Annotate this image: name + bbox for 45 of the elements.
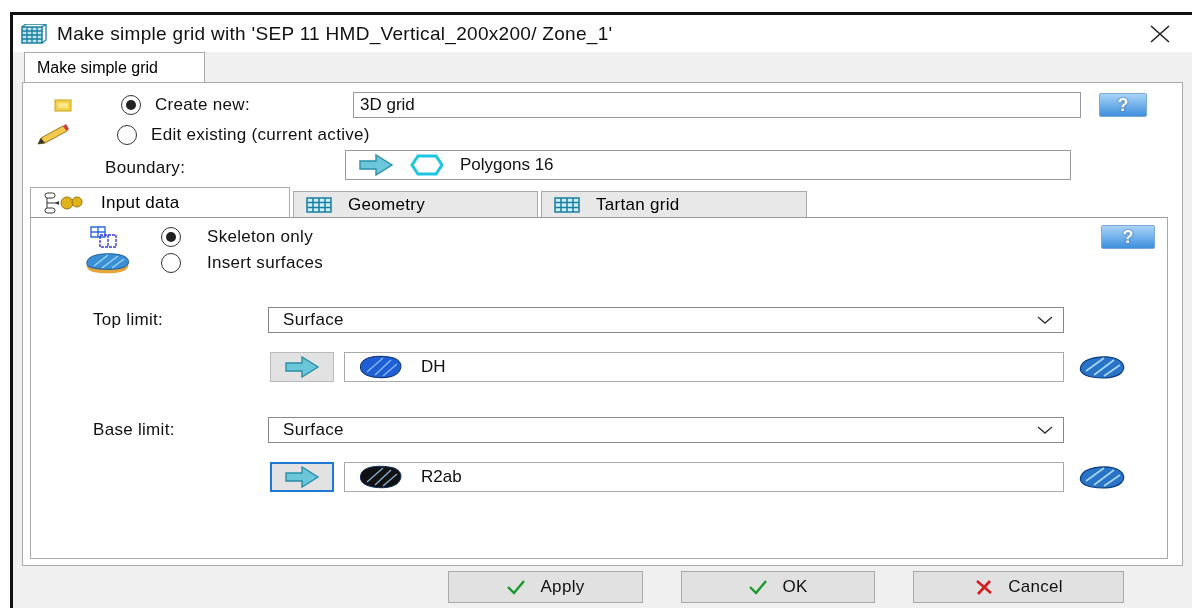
skeleton-grid-icon xyxy=(90,226,118,248)
arrow-icon xyxy=(358,154,394,176)
surface-field[interactable]: DH xyxy=(344,352,1064,382)
boundary-label: Boundary: xyxy=(105,158,187,178)
boundary-field[interactable]: Polygons 16 xyxy=(345,150,1071,180)
grid-icon xyxy=(306,196,332,213)
chevron-down-icon xyxy=(1037,315,1053,325)
polygon-icon xyxy=(410,154,444,176)
limit-dropdown[interactable]: Surface xyxy=(268,417,1064,443)
radio-button[interactable] xyxy=(161,253,181,273)
surface-icon[interactable] xyxy=(1078,354,1126,380)
surface-icon[interactable] xyxy=(1078,464,1126,490)
radio-button[interactable] xyxy=(121,95,141,115)
close-icon xyxy=(1149,24,1171,43)
radio-label: Skeleton only xyxy=(207,227,313,247)
folder-icon xyxy=(54,98,72,112)
workflow-icon xyxy=(43,191,85,214)
radio-label: Insert surfaces xyxy=(207,253,323,273)
radio-button[interactable] xyxy=(161,227,181,247)
limit-dropdown[interactable]: Surface xyxy=(268,307,1064,333)
tab[interactable]: Make simple grid xyxy=(24,52,205,82)
radio-label: Create new: xyxy=(155,95,251,115)
chevron-down-icon xyxy=(1037,425,1053,435)
grid-icon xyxy=(21,23,47,44)
radio-button[interactable] xyxy=(117,125,137,145)
surface-icon xyxy=(84,252,130,274)
arrow-icon xyxy=(284,356,320,378)
pencil-icon xyxy=(35,124,71,146)
limit-label: Base limit: xyxy=(93,420,176,440)
limit-label: Top limit: xyxy=(93,310,165,330)
cancel-button[interactable]: Cancel xyxy=(913,571,1124,603)
tab[interactable]: Input data xyxy=(30,187,290,217)
check-icon xyxy=(748,579,769,595)
radio-label: Edit existing (current active) xyxy=(151,125,370,145)
tab[interactable]: Geometry xyxy=(293,191,538,217)
arrow-icon xyxy=(284,466,320,488)
grid-icon xyxy=(554,196,580,213)
surface-field[interactable]: R2ab xyxy=(344,462,1064,492)
apply-button[interactable]: Apply xyxy=(448,571,643,603)
window-title: Make simple grid with 'SEP 11 HMD_Vertical_200x200/ Zone_1' xyxy=(57,22,614,45)
check-icon xyxy=(506,579,527,595)
tab[interactable]: Tartan grid xyxy=(541,191,807,217)
ok-button[interactable]: OK xyxy=(681,571,875,603)
insert-button[interactable] xyxy=(270,462,334,492)
name-field[interactable]: 3D grid xyxy=(353,92,1081,118)
